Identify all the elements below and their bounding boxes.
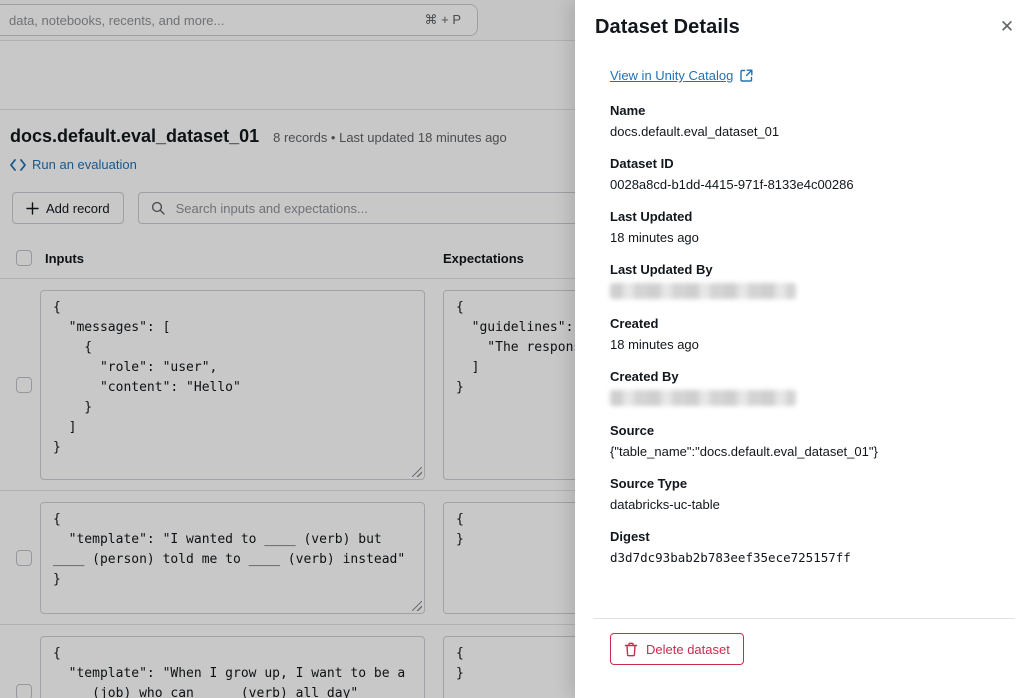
uc-link-label: View in Unity Catalog <box>610 68 733 83</box>
field-last-updated: Last Updated 18 minutes ago <box>610 209 1007 245</box>
field-source-type: Source Type databricks-uc-table <box>610 476 1007 512</box>
field-value: 0028a8cd-b1dd-4415-971f-8133e4c00286 <box>610 177 1007 192</box>
field-label: Name <box>610 103 1007 118</box>
trash-icon <box>624 642 638 657</box>
field-value: 18 minutes ago <box>610 337 1007 352</box>
field-source: Source {"table_name":"docs.default.eval_… <box>610 423 1007 459</box>
field-last-updated-by: Last Updated By <box>610 262 1007 299</box>
delete-dataset-button[interactable]: Delete dataset <box>610 633 744 665</box>
field-dataset-id: Dataset ID 0028a8cd-b1dd-4415-971f-8133e… <box>610 156 1007 192</box>
external-link-icon <box>740 69 753 82</box>
dataset-details-panel: Dataset Details ✕ View in Unity Catalog … <box>575 0 1031 698</box>
field-label: Last Updated <box>610 209 1007 224</box>
field-label: Created By <box>610 369 1007 384</box>
panel-body: View in Unity Catalog Name docs.default.… <box>575 47 1031 618</box>
field-value: d3d7dc93bab2b783eef35ece725157ff <box>610 550 1007 565</box>
field-value: 18 minutes ago <box>610 230 1007 245</box>
field-label: Source Type <box>610 476 1007 491</box>
field-created: Created 18 minutes ago <box>610 316 1007 352</box>
redacted-value <box>610 283 796 299</box>
delete-dataset-label: Delete dataset <box>646 642 730 657</box>
field-label: Source <box>610 423 1007 438</box>
panel-header: Dataset Details ✕ <box>575 0 1031 47</box>
panel-footer: Delete dataset <box>593 618 1015 698</box>
field-digest: Digest d3d7dc93bab2b783eef35ece725157ff <box>610 529 1007 565</box>
field-name: Name docs.default.eval_dataset_01 <box>610 103 1007 139</box>
redacted-value <box>610 390 796 406</box>
field-label: Digest <box>610 529 1007 544</box>
close-icon[interactable]: ✕ <box>995 15 1019 39</box>
field-label: Created <box>610 316 1007 331</box>
screen: data, notebooks, recents, and more... ⌘ … <box>0 0 1031 698</box>
field-label: Last Updated By <box>610 262 1007 277</box>
view-in-unity-catalog-link[interactable]: View in Unity Catalog <box>610 68 753 83</box>
field-value: {"table_name":"docs.default.eval_dataset… <box>610 444 1007 459</box>
field-value: docs.default.eval_dataset_01 <box>610 124 1007 139</box>
field-value: databricks-uc-table <box>610 497 1007 512</box>
field-created-by: Created By <box>610 369 1007 406</box>
panel-title: Dataset Details <box>595 16 1011 39</box>
field-label: Dataset ID <box>610 156 1007 171</box>
